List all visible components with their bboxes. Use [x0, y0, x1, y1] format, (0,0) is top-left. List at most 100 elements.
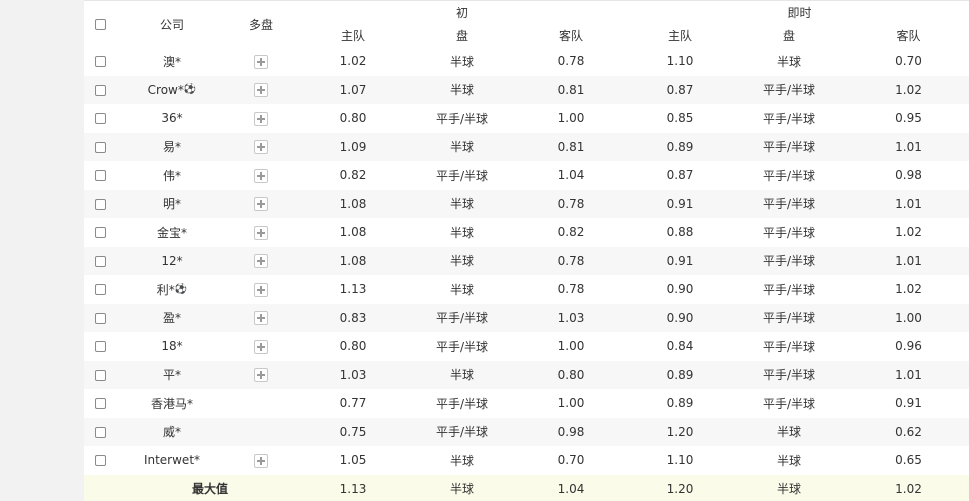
multi-cell [228, 303, 294, 332]
initial-line: 平手/半球 [435, 111, 489, 126]
company-cell: 伟* [116, 161, 228, 190]
multi-cell [228, 389, 294, 418]
expand-plus-icon[interactable] [254, 111, 268, 126]
live-line: 平手/半球 [762, 396, 816, 411]
table-row: 澳* 1.02 半球 0.78 1.10 半球 0.70 [84, 47, 969, 76]
row-select-cell [84, 446, 116, 475]
company-name: 伟* [162, 168, 181, 183]
row-checkbox[interactable] [94, 56, 106, 68]
initial-line: 半球 [412, 132, 512, 161]
expand-plus-icon[interactable] [254, 225, 268, 240]
live-away-odds: 0.65 [895, 453, 922, 468]
max-init-home: 1.13 [294, 474, 412, 501]
live-line: 平手/半球 [730, 75, 849, 104]
row-checkbox[interactable] [94, 369, 106, 381]
multi-cell [228, 332, 294, 361]
live-away-odds: 0.98 [895, 168, 922, 183]
initial-line: 半球 [412, 75, 512, 104]
group-live: 即时 [787, 6, 812, 20]
max-live-away: 1.02 [848, 474, 969, 501]
multi-cell [228, 47, 294, 76]
live-away-odds: 1.01 [848, 189, 969, 218]
multi-cell [228, 75, 294, 104]
live-away-odds: 1.01 [848, 132, 969, 161]
company-name: 易* [162, 140, 181, 155]
company-cell: 金宝* [116, 218, 228, 247]
row-select-cell [84, 246, 116, 275]
multi-cell [228, 161, 294, 190]
company-cell: 利*⚽ [116, 275, 228, 304]
expand-plus-icon[interactable] [254, 368, 268, 382]
table-row: 金宝* 1.08 半球 0.82 0.88 平手/半球 1.02 [84, 218, 969, 247]
company-name: 金宝* [156, 225, 187, 240]
live-away-odds: 1.01 [848, 246, 969, 275]
table-body: 澳* 1.02 半球 0.78 1.10 半球 0.70 Crow*⚽ 1.07 半球 0.81 0.… [84, 47, 969, 501]
multi-cell [228, 246, 294, 275]
table-row: 威* 0.75 平手/半球 0.98 1.20 半球 0.62 [84, 417, 969, 446]
initial-away-odds: 0.78 [557, 54, 585, 69]
expand-plus-icon[interactable] [254, 311, 268, 325]
live-home-odds: 0.88 [666, 225, 694, 240]
live-home-odds: 0.90 [630, 303, 731, 332]
live-away-odds: 1.02 [848, 75, 969, 104]
initial-away-odds: 0.80 [512, 360, 631, 389]
expand-plus-icon[interactable] [254, 197, 268, 211]
initial-line: 半球 [449, 453, 474, 468]
live-line: 平手/半球 [730, 132, 849, 161]
company-cell: 18* [116, 332, 228, 361]
max-row-spacer [228, 474, 294, 501]
initial-home-odds: 0.75 [294, 417, 412, 446]
row-select-cell [84, 189, 116, 218]
row-checkbox[interactable] [94, 255, 106, 267]
row-checkbox[interactable] [94, 113, 106, 125]
expand-plus-icon[interactable] [254, 140, 268, 154]
expand-plus-icon[interactable] [254, 254, 268, 268]
company-name: 平* [162, 368, 181, 383]
select-all-checkbox[interactable] [94, 19, 106, 30]
row-checkbox[interactable] [94, 426, 106, 438]
group-initial: 初 [456, 6, 469, 20]
live-line: 平手/半球 [762, 282, 816, 297]
live-home-odds: 0.89 [630, 360, 731, 389]
row-checkbox[interactable] [94, 284, 106, 296]
live-away-odds: 0.91 [895, 396, 922, 411]
row-checkbox[interactable] [94, 227, 106, 239]
expand-plus-icon[interactable] [254, 83, 268, 97]
row-checkbox[interactable] [94, 341, 106, 353]
company-cell: Interwet* [116, 446, 228, 475]
col-initial-away: 客队 [559, 29, 584, 43]
company-cell: 明* [116, 189, 228, 218]
max-live-line: 半球 [730, 474, 849, 501]
initial-away-odds: 1.00 [557, 396, 585, 411]
odds-table: 公司 多盘 初 即时 主队 盘 客队 主队 盘 客队 澳* 1.02 半球 0.78 1… [84, 1, 969, 501]
row-checkbox[interactable] [94, 141, 106, 153]
expand-plus-icon[interactable] [254, 168, 268, 183]
multi-cell [228, 446, 294, 475]
live-home-odds: 0.91 [630, 189, 731, 218]
initial-line: 半球 [449, 225, 474, 240]
row-select-cell [84, 332, 116, 361]
expand-plus-icon[interactable] [254, 54, 268, 69]
company-cell: 12* [116, 246, 228, 275]
max-live-home: 1.20 [630, 474, 731, 501]
live-home-odds: 0.89 [666, 396, 694, 411]
expand-plus-icon[interactable] [254, 282, 268, 297]
row-checkbox[interactable] [94, 170, 106, 182]
row-checkbox[interactable] [94, 455, 106, 467]
row-checkbox[interactable] [94, 398, 106, 410]
live-home-odds: 1.10 [666, 453, 694, 468]
company-name: Interwet* [143, 453, 201, 468]
expand-plus-icon[interactable] [254, 339, 268, 354]
company-name: 香港马* [150, 396, 193, 411]
initial-line: 平手/半球 [412, 417, 512, 446]
row-checkbox[interactable] [94, 312, 106, 324]
table-row: 平* 1.03 半球 0.80 0.89 平手/半球 1.01 [84, 360, 969, 389]
row-checkbox[interactable] [94, 84, 106, 96]
row-checkbox[interactable] [94, 198, 106, 210]
expand-plus-icon[interactable] [254, 453, 268, 468]
max-init-line: 半球 [412, 474, 512, 501]
initial-home-odds: 0.83 [294, 303, 412, 332]
initial-home-odds: 0.77 [339, 396, 367, 411]
live-line: 半球 [730, 417, 849, 446]
row-select-cell [84, 417, 116, 446]
